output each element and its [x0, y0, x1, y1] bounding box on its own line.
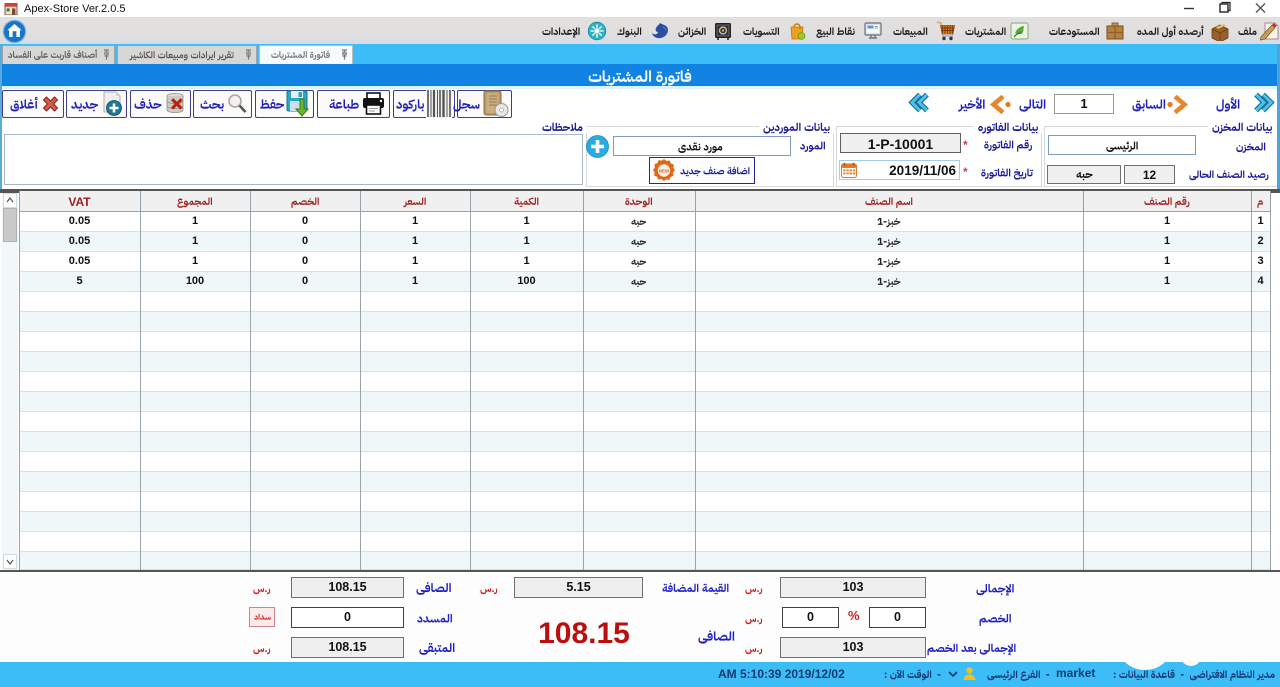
- svg-text:NEW: NEW: [659, 169, 670, 174]
